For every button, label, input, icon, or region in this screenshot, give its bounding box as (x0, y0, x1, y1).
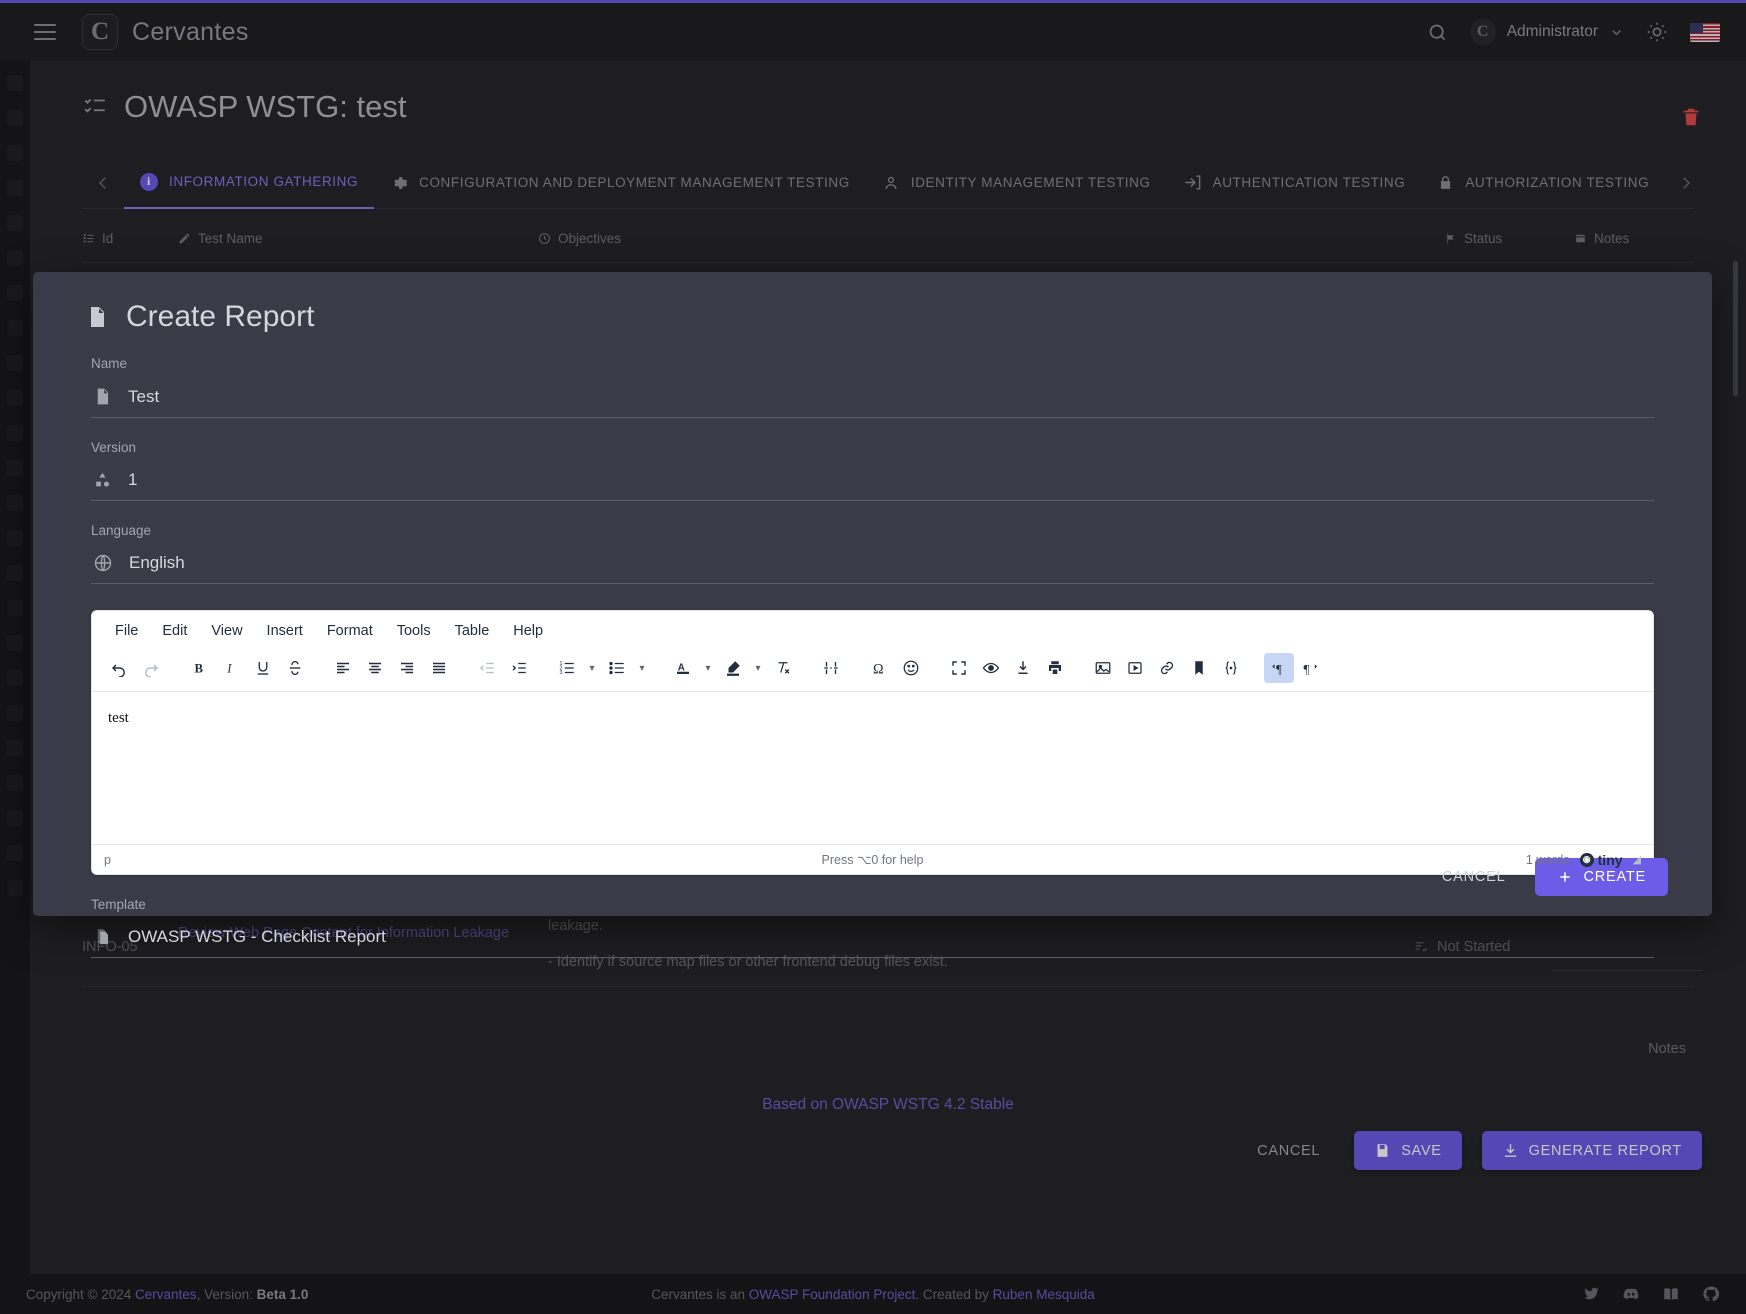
pdf-file-icon (85, 304, 109, 330)
help-text: Press ⌥0 for help (821, 853, 924, 867)
word-count: 1 words (1525, 852, 1570, 867)
svg-text:I: I (226, 662, 232, 676)
highlight-color-icon[interactable] (718, 653, 748, 683)
editor-menubar[interactable]: File Edit View Insert Format Tools Table… (92, 611, 1653, 649)
chevron-down-icon[interactable]: ▾ (750, 653, 766, 683)
special-character-icon[interactable]: Ω (864, 653, 894, 683)
template-value: OWASP WSTG - Checklist Report (128, 927, 386, 946)
version-value: 1 (128, 470, 138, 489)
align-right-icon[interactable] (392, 653, 422, 683)
menu-view[interactable]: View (202, 620, 251, 642)
rtl-icon[interactable]: ¶ (1296, 653, 1326, 683)
export-icon[interactable] (1008, 653, 1038, 683)
dialog-title-text: Create Report (126, 300, 315, 333)
name-value: Test (128, 386, 160, 406)
tiny-branding[interactable]: ◉ tiny (1579, 851, 1623, 868)
field-label: Language (91, 523, 152, 538)
redo-icon[interactable] (136, 653, 166, 683)
editor-statusbar: p Press ⌥0 for help 1 words ◉ tiny ◢ (92, 844, 1653, 874)
ltr-icon[interactable]: ¶ (1264, 653, 1294, 683)
language-select[interactable]: English (91, 547, 1654, 584)
field-label: Name (91, 356, 128, 371)
chevron-down-icon[interactable]: ▾ (584, 653, 600, 683)
copy-file-icon (93, 927, 112, 947)
svg-text:¶: ¶ (1276, 662, 1282, 676)
svg-text:B: B (195, 662, 204, 676)
resize-handle[interactable]: ◢ (1633, 853, 1641, 866)
rich-text-editor: File Edit View Insert Format Tools Table… (91, 610, 1654, 875)
bullet-list-icon[interactable] (602, 653, 632, 683)
dialog-cancel-button[interactable]: CANCEL (1428, 859, 1520, 895)
field-label: Template (91, 897, 146, 912)
tiny-mark-icon: ◉ (1579, 852, 1594, 867)
field-label: Version (91, 440, 137, 455)
menu-edit[interactable]: Edit (153, 620, 196, 642)
preview-icon[interactable] (976, 653, 1006, 683)
menu-tools[interactable]: Tools (388, 620, 440, 642)
shapes-icon (93, 470, 112, 490)
fullscreen-icon[interactable] (944, 653, 974, 683)
svg-text:¶: ¶ (1304, 662, 1310, 676)
insert-image-icon[interactable] (1088, 653, 1118, 683)
align-left-icon[interactable] (328, 653, 358, 683)
menu-help[interactable]: Help (504, 620, 552, 642)
numbered-list-icon[interactable]: 123 (552, 653, 582, 683)
svg-text:A: A (678, 662, 685, 673)
create-label: CREATE (1583, 869, 1646, 885)
template-select[interactable]: OWASP WSTG - Checklist Report (91, 921, 1654, 958)
field-name: Name Test (91, 334, 1654, 418)
chevron-down-icon[interactable]: ▾ (700, 653, 716, 683)
editor-content[interactable]: test (92, 692, 1653, 844)
emoticon-icon[interactable] (896, 653, 926, 683)
underline-icon[interactable] (248, 653, 278, 683)
pdf-file-icon (93, 386, 112, 407)
field-template: Template OWASP WSTG - Checklist Report (91, 875, 1654, 958)
text-color-icon[interactable]: A (668, 653, 698, 683)
field-language: Language English (91, 501, 1654, 584)
page-break-icon[interactable] (816, 653, 846, 683)
insert-link-icon[interactable] (1152, 653, 1182, 683)
menu-file[interactable]: File (106, 620, 147, 642)
menu-table[interactable]: Table (446, 620, 499, 642)
editor-toolbar[interactable]: B I 123 ▾ ▾ A ▾ ▾ Ω ¶ ¶ (92, 649, 1653, 692)
insert-media-icon[interactable] (1120, 653, 1150, 683)
bold-icon[interactable]: B (184, 653, 214, 683)
svg-text:Ω: Ω (873, 661, 884, 677)
undo-icon[interactable] (104, 653, 134, 683)
field-version: Version 1 (91, 418, 1654, 501)
indent-icon[interactable] (504, 653, 534, 683)
dialog-title: Create Report (33, 272, 1712, 334)
svg-text:3: 3 (560, 670, 563, 676)
tiny-label: tiny (1597, 851, 1623, 868)
menu-insert[interactable]: Insert (258, 620, 312, 642)
italic-icon[interactable]: I (216, 653, 246, 683)
bookmark-icon[interactable] (1184, 653, 1214, 683)
menu-format[interactable]: Format (318, 620, 382, 642)
globe-icon (93, 553, 113, 573)
print-icon[interactable] (1040, 653, 1070, 683)
version-input[interactable]: 1 (91, 464, 1654, 501)
outdent-icon[interactable] (472, 653, 502, 683)
strikethrough-icon[interactable] (280, 653, 310, 683)
create-report-dialog: Create Report Name Test Version 1 Langua… (33, 272, 1712, 958)
align-justify-icon[interactable] (424, 653, 454, 683)
name-input[interactable]: Test (91, 380, 1654, 418)
language-value: English (129, 553, 185, 572)
align-center-icon[interactable] (360, 653, 390, 683)
clear-formatting-icon[interactable] (768, 653, 798, 683)
source-code-icon[interactable] (1216, 653, 1246, 683)
plus-icon (1557, 869, 1573, 885)
chevron-down-icon[interactable]: ▾ (634, 653, 650, 683)
